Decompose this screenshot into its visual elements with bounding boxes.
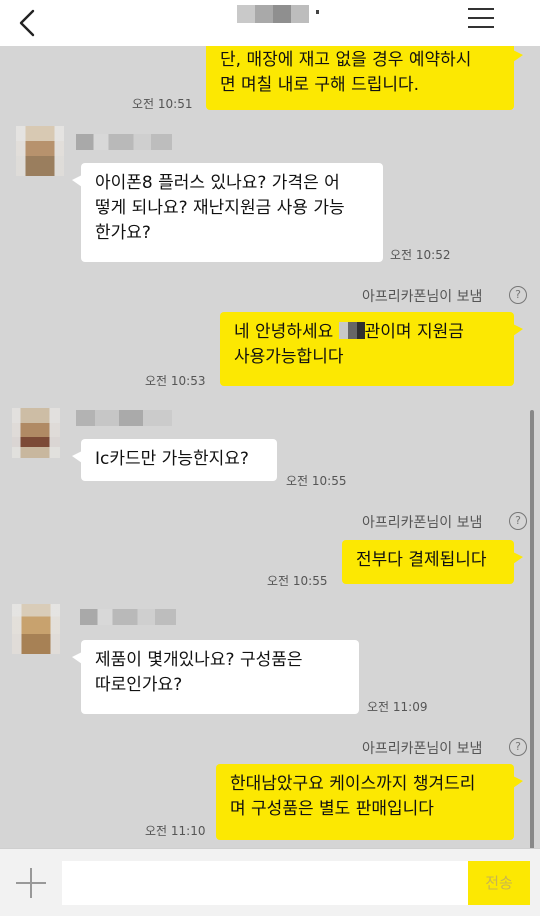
message-time: 오전 11:10 — [145, 824, 206, 838]
message-time: 오전 10:51 — [132, 97, 193, 111]
message-input[interactable] — [62, 861, 530, 905]
avatar[interactable] — [12, 604, 60, 654]
message-text-line: 네 안녕하세요 관이며 지원금 — [234, 322, 464, 342]
scrollbar[interactable] — [530, 410, 534, 850]
plus-button[interactable] — [14, 866, 48, 900]
message-text-line: 한대남았구요 케이스까지 챙겨드리 — [230, 774, 476, 794]
sent-by-label: 아프리카폰님이 보냄 — [362, 289, 483, 305]
message-text-line: 따로인가요? — [95, 675, 183, 695]
help-icon[interactable]: ? — [509, 286, 527, 304]
outgoing-message[interactable]: 전부다 결제됩니다 — [342, 540, 523, 584]
message-time: 오전 10:55 — [286, 474, 347, 488]
avatar[interactable] — [16, 126, 64, 176]
sender-name-redacted — [80, 609, 176, 625]
outgoing-message[interactable]: 단, 매장에 재고 없을 경우 예약하시 면 며칠 내로 구해 드립니다. — [206, 46, 523, 110]
sent-by-label: 아프리카폰님이 보냄 — [362, 515, 483, 531]
message-text: Ic카드만 가능한지요? — [95, 449, 249, 469]
message-text-line: 한가요? — [95, 223, 151, 243]
send-button[interactable]: 전송 — [468, 861, 530, 905]
hamburger-menu-icon — [468, 26, 494, 28]
chat-header — [0, 0, 540, 46]
message-time: 오전 10:52 — [390, 248, 451, 262]
sender-name-redacted — [76, 134, 172, 150]
message-time: 오전 11:09 — [367, 700, 428, 714]
sender-name-redacted — [76, 410, 172, 426]
message-text-line: 단, 매장에 재고 없을 경우 예약하시 — [220, 50, 472, 70]
plus-icon — [16, 882, 46, 884]
message-text-line: 사용가능합니다 — [234, 347, 344, 367]
message-time: 오전 10:55 — [267, 574, 328, 588]
incoming-message[interactable]: Ic카드만 가능한지요? — [72, 439, 277, 481]
avatar[interactable] — [12, 408, 60, 458]
message-text: 전부다 결제됩니다 — [356, 550, 487, 570]
outgoing-message[interactable]: 네 안녕하세요 관이며 지원금 사용가능합니다 — [220, 312, 523, 386]
message-text-line: 며 구성품은 별도 판매입니다 — [230, 799, 434, 819]
help-icon[interactable]: ? — [509, 738, 527, 756]
help-icon[interactable]: ? — [509, 512, 527, 530]
menu-button[interactable] — [468, 6, 496, 30]
title-mark — [316, 10, 319, 14]
incoming-message[interactable]: 제품이 몇개있나요? 구성품은 따로인가요? — [72, 640, 359, 714]
outgoing-message[interactable]: 한대남았구요 케이스까지 챙겨드리 며 구성품은 별도 판매입니다 — [216, 764, 523, 840]
sent-by-label: 아프리카폰님이 보냄 — [362, 741, 483, 757]
incoming-message[interactable]: 아이폰8 플러스 있나요? 가격은 어 떻게 되나요? 재난지원금 사용 가능 … — [72, 163, 383, 262]
message-list[interactable]: 단, 매장에 재고 없을 경우 예약하시 면 며칠 내로 구해 드립니다. 오전… — [0, 46, 540, 848]
redacted-text — [338, 322, 365, 339]
chevron-left-icon — [19, 9, 35, 37]
message-time: 오전 10:53 — [145, 374, 206, 388]
message-text-line: 제품이 몇개있나요? 구성품은 — [95, 650, 303, 670]
back-button[interactable] — [14, 8, 44, 38]
hamburger-menu-icon — [468, 17, 494, 19]
message-input-bar: 전송 — [0, 848, 540, 916]
chat-title-redacted — [237, 5, 309, 23]
message-text-line: 떻게 되나요? 재난지원금 사용 가능 — [95, 198, 345, 218]
message-text-line: 면 며칠 내로 구해 드립니다. — [220, 75, 420, 95]
hamburger-menu-icon — [468, 8, 494, 10]
message-text-line: 아이폰8 플러스 있나요? 가격은 어 — [95, 173, 340, 193]
